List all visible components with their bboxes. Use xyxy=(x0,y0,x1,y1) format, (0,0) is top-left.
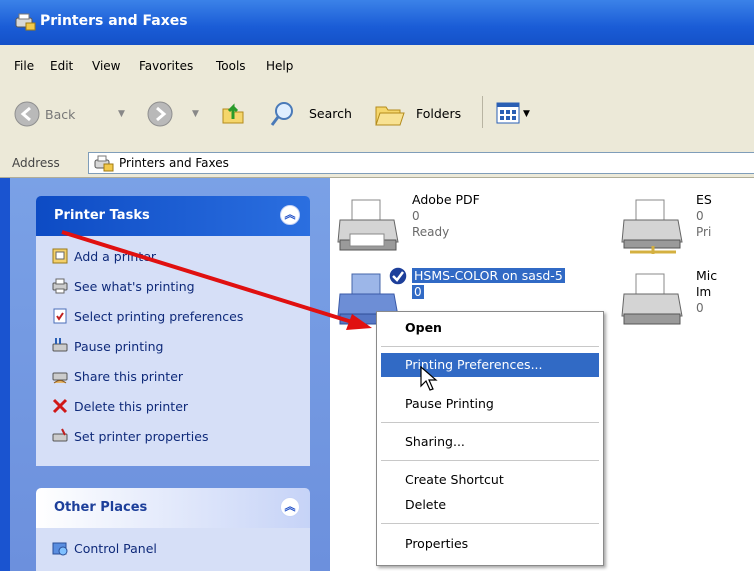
views-dropdown-icon: ▼ xyxy=(523,109,530,119)
place-control-panel[interactable]: Control Panel xyxy=(52,540,302,558)
printer-docs: 0 xyxy=(412,209,420,223)
search-button[interactable]: Search xyxy=(265,97,357,129)
menu-item-create-shortcut[interactable]: Create Shortcut xyxy=(405,472,504,487)
add-printer-icon xyxy=(52,248,68,264)
back-button[interactable]: Back xyxy=(14,101,75,127)
menu-file[interactable]: File xyxy=(14,59,34,73)
menu-item-sharing[interactable]: Sharing... xyxy=(405,434,465,449)
printer-item[interactable]: ES 0 Pri xyxy=(620,192,754,262)
toolbar: Back ▼ ▼ Search Folders ▼ xyxy=(0,81,754,148)
task-label: See what's printing xyxy=(74,279,195,294)
menu-separator xyxy=(381,460,599,461)
other-places-body: Control Panel xyxy=(36,528,310,571)
menu-item-delete[interactable]: Delete xyxy=(405,497,446,512)
up-folder-button[interactable] xyxy=(219,99,247,127)
printer-item[interactable]: Mic Im 0 xyxy=(620,264,754,334)
mouse-cursor-icon xyxy=(420,366,438,391)
forward-button[interactable] xyxy=(147,101,173,127)
printer-name: Adobe PDF xyxy=(412,192,480,207)
printer-status: Ready xyxy=(412,225,450,239)
search-label: Search xyxy=(309,106,352,121)
delete-icon xyxy=(52,398,68,414)
printer-icon xyxy=(621,273,683,325)
task-delete-printer[interactable]: Delete this printer xyxy=(52,398,302,416)
task-label: Set printer properties xyxy=(74,429,209,444)
menu-edit[interactable]: Edit xyxy=(50,59,73,73)
network-printer-icon xyxy=(621,199,683,254)
back-dropdown-icon[interactable]: ▼ xyxy=(118,109,125,119)
printer-tasks-header[interactable]: Printer Tasks ︽ xyxy=(36,196,310,236)
collapse-chevron-icon[interactable]: ︽ xyxy=(280,497,300,517)
printers-folder-icon xyxy=(15,13,36,31)
printer-status: Pri xyxy=(696,225,712,239)
pause-printer-icon xyxy=(52,338,68,352)
folders-label: Folders xyxy=(416,106,462,121)
printer-icon xyxy=(337,199,399,251)
address-bar: Address Printers and Faxes xyxy=(0,147,754,178)
views-button[interactable]: ▼ xyxy=(494,99,534,127)
collapse-chevron-icon[interactable]: ︽ xyxy=(280,205,300,225)
menu-help[interactable]: Help xyxy=(266,59,293,73)
search-icon xyxy=(270,102,293,126)
task-pane: Printer Tasks ︽ Add a printer See what's… xyxy=(0,178,330,571)
window-border xyxy=(0,178,10,571)
context-menu: Open Printing Preferences... Pause Print… xyxy=(376,311,604,566)
printer-name: HSMS-COLOR on sasd-5 xyxy=(412,268,565,283)
menu-separator xyxy=(381,523,599,524)
folders-button[interactable]: Folders xyxy=(372,97,472,129)
default-printer-check-icon xyxy=(388,266,408,286)
menu-favorites[interactable]: Favorites xyxy=(139,59,193,73)
toolbar-separator xyxy=(482,96,483,128)
printer-docs: 0 xyxy=(696,209,704,223)
back-label: Back xyxy=(45,107,76,122)
task-select-preferences[interactable]: Select printing preferences xyxy=(52,308,302,326)
title-bar[interactable]: Printers and Faxes xyxy=(0,0,754,45)
address-field[interactable]: Printers and Faxes xyxy=(88,152,754,174)
share-printer-icon xyxy=(52,372,68,384)
task-pause-printing[interactable]: Pause printing xyxy=(52,338,302,356)
printer-docs: Im xyxy=(696,285,712,299)
back-arrow-icon xyxy=(14,101,40,127)
folders-icon xyxy=(375,106,405,126)
other-places-header[interactable]: Other Places ︽ xyxy=(36,488,310,528)
printers-folder-icon xyxy=(94,155,114,172)
address-label: Address xyxy=(12,156,60,170)
window-title: Printers and Faxes xyxy=(40,13,188,29)
task-label: Pause printing xyxy=(74,339,164,354)
menu-view[interactable]: View xyxy=(92,59,120,73)
menu-item-open[interactable]: Open xyxy=(405,320,442,335)
task-label: Delete this printer xyxy=(74,399,189,414)
other-places-title: Other Places xyxy=(54,500,148,515)
printer-tasks-body: Add a printer See what's printing Select… xyxy=(36,236,310,466)
task-label: Select printing preferences xyxy=(74,309,244,324)
menu-item-pause-printing[interactable]: Pause Printing xyxy=(405,396,494,411)
control-panel-icon xyxy=(52,542,68,556)
task-add-printer[interactable]: Add a printer xyxy=(52,248,302,266)
preferences-icon xyxy=(53,308,67,324)
menu-tools[interactable]: Tools xyxy=(216,59,246,73)
printer-status: 0 xyxy=(696,301,704,315)
printer-docs: 0 xyxy=(412,285,424,299)
address-value: Printers and Faxes xyxy=(119,156,229,170)
task-share-printer[interactable]: Share this printer xyxy=(52,368,302,386)
forward-dropdown-icon[interactable]: ▼ xyxy=(192,109,199,119)
printer-name: Mic xyxy=(696,268,718,283)
task-see-printing[interactable]: See what's printing xyxy=(52,278,302,296)
menu-separator xyxy=(381,422,599,423)
menu-item-properties[interactable]: Properties xyxy=(405,536,468,551)
printer-name: ES xyxy=(696,192,712,207)
task-label: Add a printer xyxy=(74,249,157,264)
printer-tasks-title: Printer Tasks xyxy=(54,208,150,223)
task-label: Control Panel xyxy=(74,541,157,556)
printer-properties-icon xyxy=(52,428,68,442)
task-label: Share this printer xyxy=(74,369,184,384)
menu-separator xyxy=(381,346,599,347)
printer-item[interactable]: Adobe PDF 0 Ready xyxy=(336,192,566,262)
print-queue-icon xyxy=(52,278,68,294)
views-icon xyxy=(496,102,520,124)
menu-bar: File Edit View Favorites Tools Help xyxy=(0,45,754,82)
task-set-properties[interactable]: Set printer properties xyxy=(52,428,302,446)
